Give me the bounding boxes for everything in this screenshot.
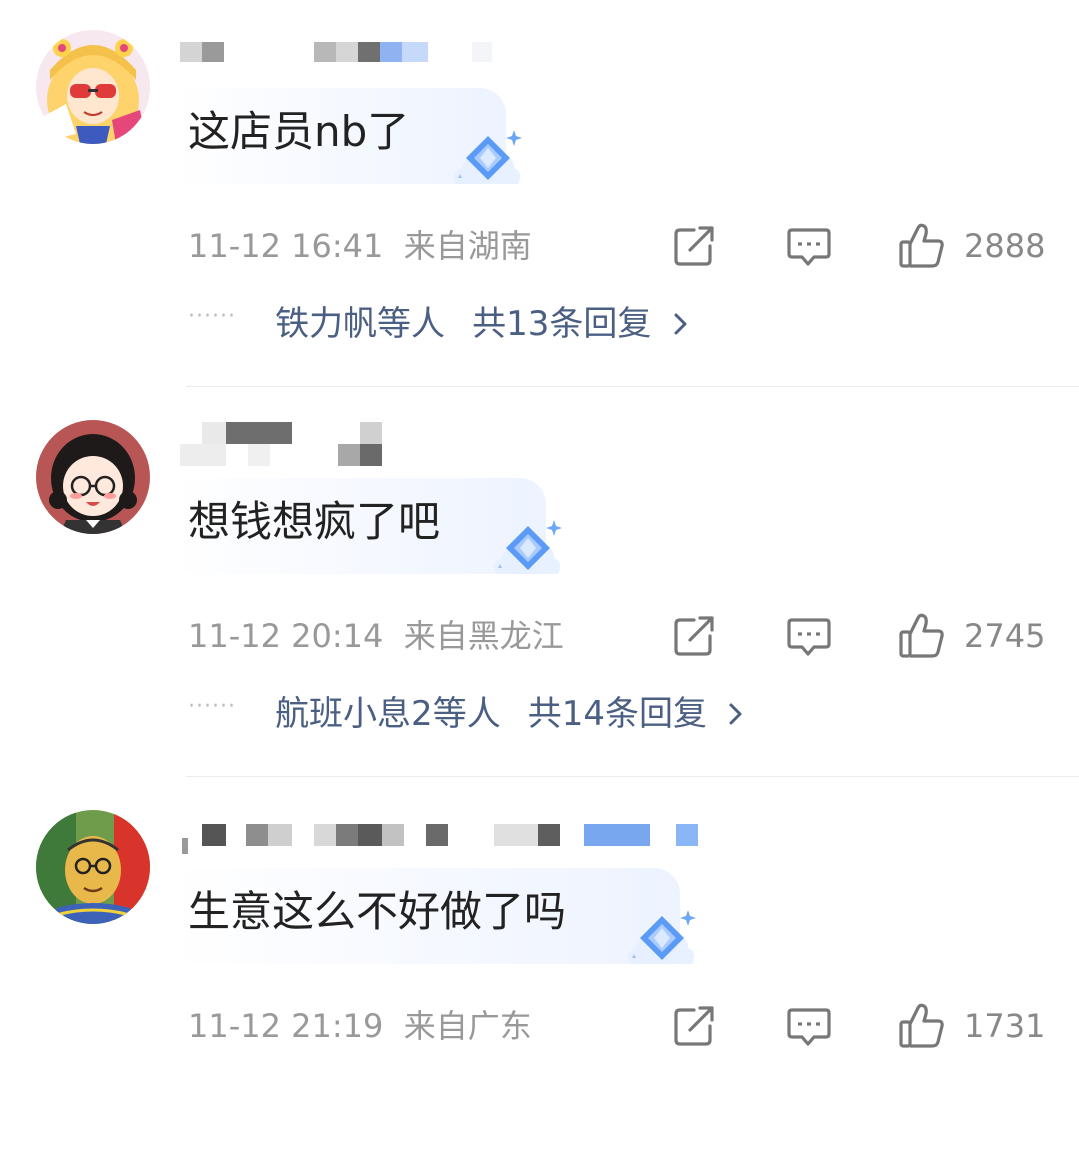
comment-meta: 11-12 16:41 来自湖南 xyxy=(188,224,532,268)
reply-count: 共14条回复 xyxy=(527,694,708,734)
share-button[interactable] xyxy=(670,220,720,270)
divider xyxy=(186,386,1079,387)
replies-dots: ······ xyxy=(188,693,236,719)
comment-time: 11-12 20:14 xyxy=(188,617,384,655)
thumbs-up-icon xyxy=(899,1003,944,1048)
comment-meta: 11-12 20:14 来自黑龙江 xyxy=(188,614,564,658)
comment-icon xyxy=(787,228,831,266)
like-button[interactable]: 2745 xyxy=(896,610,1046,660)
reply-button[interactable] xyxy=(784,1000,834,1050)
reply-button[interactable] xyxy=(784,610,834,660)
divider xyxy=(186,776,1079,777)
chevron-right-icon xyxy=(729,703,742,725)
like-count: 2745 xyxy=(964,617,1046,655)
comment-time: 11-12 16:41 xyxy=(188,227,384,265)
reply-users: 铁力帆等人 xyxy=(275,304,446,344)
comment-item: 这店员nb了 11-12 16:41 来自湖南 2888 ······ 铁力帆等… xyxy=(0,0,1079,390)
thumbs-up-icon xyxy=(899,223,944,268)
comment-icon xyxy=(787,618,831,656)
reply-count: 共13条回复 xyxy=(472,304,652,344)
replies-dots: ······ xyxy=(188,303,236,329)
like-button[interactable]: 2888 xyxy=(896,220,1046,270)
share-icon xyxy=(674,1006,714,1046)
comment-location: 来自黑龙江 xyxy=(403,617,564,655)
like-count: 2888 xyxy=(964,227,1046,265)
avatar[interactable] xyxy=(36,420,150,534)
like-count: 1731 xyxy=(964,1007,1046,1045)
comment-text[interactable]: 想钱想疯了吧 xyxy=(188,494,440,550)
username-blurred[interactable] xyxy=(180,818,740,854)
comment-location: 来自湖南 xyxy=(403,227,532,265)
comment-item: 生意这么不好做了吗 11-12 21:19 来自广东 1731 xyxy=(0,780,1079,1170)
avatar[interactable] xyxy=(36,810,150,924)
view-replies-link[interactable]: ······ 铁力帆等人 共13条回复 xyxy=(188,300,691,350)
share-icon xyxy=(674,616,714,656)
reply-users: 航班小息2等人 xyxy=(275,694,501,734)
avatar[interactable] xyxy=(36,30,150,144)
comment-text[interactable]: 这店员nb了 xyxy=(188,104,409,160)
comment-location: 来自广东 xyxy=(403,1007,532,1045)
reply-button[interactable] xyxy=(784,220,834,270)
username-blurred[interactable] xyxy=(180,38,740,68)
diamond-badge-icon xyxy=(448,124,528,196)
chevron-right-icon xyxy=(674,313,687,335)
diamond-badge-icon xyxy=(622,904,702,976)
view-replies-link[interactable]: ······ 航班小息2等人 共14条回复 xyxy=(188,690,746,740)
username-blurred[interactable] xyxy=(180,422,740,466)
diamond-badge-icon xyxy=(488,514,568,586)
comment-icon xyxy=(787,1008,831,1046)
share-button[interactable] xyxy=(670,610,720,660)
like-button[interactable]: 1731 xyxy=(896,1000,1046,1050)
comment-item: 想钱想疯了吧 11-12 20:14 来自黑龙江 2745 ······ 航班小… xyxy=(0,390,1079,780)
share-icon xyxy=(674,226,714,266)
share-button[interactable] xyxy=(670,1000,720,1050)
comment-time: 11-12 21:19 xyxy=(188,1007,384,1045)
comment-meta: 11-12 21:19 来自广东 xyxy=(188,1004,532,1048)
comment-text[interactable]: 生意这么不好做了吗 xyxy=(188,884,566,940)
thumbs-up-icon xyxy=(899,613,944,658)
